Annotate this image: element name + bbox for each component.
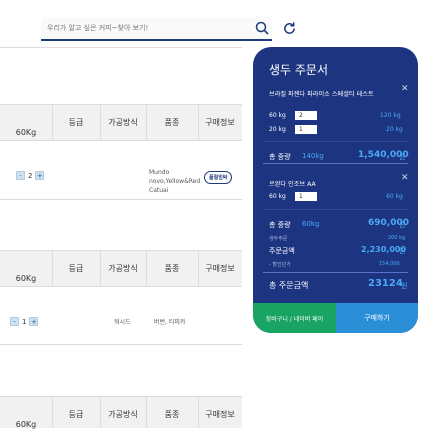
weight-value: 20 kg [386, 126, 403, 133]
divider [263, 141, 408, 142]
buy-button[interactable]: 구매하기 [336, 303, 418, 333]
beans-label: 생두주문 [269, 236, 288, 242]
col-header-weight: 60Kg [15, 419, 37, 429]
col-header-purchase: 구매정보 [205, 263, 235, 273]
discount-value: 154,000 [379, 261, 400, 267]
cart-naverpay-button[interactable]: 장바구니 / 네이버 페이 [253, 303, 336, 333]
col-header-process: 가공방식 [108, 117, 138, 127]
search-input[interactable] [41, 23, 252, 33]
total-weight-label: 총 중량 [269, 221, 291, 229]
variety-text: 버번, 티피카 [154, 319, 186, 326]
col-header-process: 가공방식 [108, 409, 138, 419]
panel-title: 생두 주문서 [269, 63, 329, 77]
close-icon[interactable]: ✕ [401, 173, 409, 183]
plus-button[interactable]: + [29, 317, 39, 326]
quantity-field[interactable]: 1 [295, 192, 317, 201]
refresh-icon[interactable] [280, 19, 298, 37]
variety-text: Mundo novo,Yellow&Red Catuai [149, 169, 201, 194]
quantity-stepper[interactable]: - 2 + [16, 171, 45, 180]
status-badge: 품절임박 [204, 171, 233, 184]
currency-unit: 원 [401, 282, 408, 290]
unit-label: 60 kg [269, 193, 286, 200]
divider [263, 272, 408, 273]
col-header-purchase: 구매정보 [205, 409, 235, 419]
item-name: 르완다 인조브 AA [269, 181, 316, 188]
process-text: 워시드 [114, 319, 131, 326]
quantity-field[interactable]: 2 [295, 111, 317, 120]
weight-value: 60 kg [386, 193, 403, 200]
minus-button[interactable]: - [10, 317, 19, 326]
quantity-value: 2 [28, 171, 33, 180]
currency-unit: 원 [399, 247, 406, 255]
total-weight-value: 60kg [302, 220, 320, 228]
search-icon[interactable] [252, 18, 272, 38]
order-panel: 생두 주문서 브라질 파젠다 파라이소 스페셜티 테스트 ✕ 60 kg 2 1… [253, 47, 418, 333]
divider [0, 344, 242, 345]
col-header-weight: 60Kg [15, 127, 37, 137]
col-header-process: 가공방식 [108, 263, 138, 273]
col-header-variety: 품종 [164, 117, 180, 127]
order-amount-label: 주문금액 [269, 247, 295, 255]
grand-total-label: 총 주문금액 [269, 281, 309, 290]
quantity-stepper[interactable]: - 1 + [10, 317, 39, 326]
discount-label: - 할인단가 [269, 262, 291, 268]
currency-unit: 원 [399, 153, 406, 161]
currency-unit: 원 [399, 221, 406, 229]
col-header-purchase: 구매정보 [205, 117, 235, 127]
col-header-grade: 등급 [68, 263, 84, 273]
divider [263, 163, 408, 164]
total-weight-value: 140kg [302, 152, 324, 160]
col-header-grade: 등급 [68, 409, 84, 419]
col-header-grade: 등급 [68, 117, 84, 127]
divider [0, 47, 242, 48]
divider [0, 199, 242, 200]
item-name: 브라질 파젠다 파라이소 스페셜티 테스트 [269, 91, 374, 98]
quantity-value: 1 [22, 317, 27, 326]
col-header-variety: 품종 [164, 409, 180, 419]
unit-label: 60 kg [269, 112, 286, 119]
search-bar[interactable] [41, 17, 272, 41]
weight-value: 120 kg [380, 112, 401, 119]
total-weight-label: 총 중량 [269, 153, 291, 161]
quantity-field[interactable]: 1 [295, 125, 317, 134]
col-header-weight: 60Kg [15, 273, 37, 283]
divider [263, 209, 408, 210]
close-icon[interactable]: ✕ [401, 84, 409, 94]
plus-button[interactable]: + [35, 171, 45, 180]
grand-total-value: 23124 [368, 278, 403, 289]
minus-button[interactable]: - [16, 171, 25, 180]
col-header-variety: 품종 [164, 263, 180, 273]
beans-value: 200 kg [388, 235, 406, 241]
unit-label: 20 kg [269, 126, 286, 133]
